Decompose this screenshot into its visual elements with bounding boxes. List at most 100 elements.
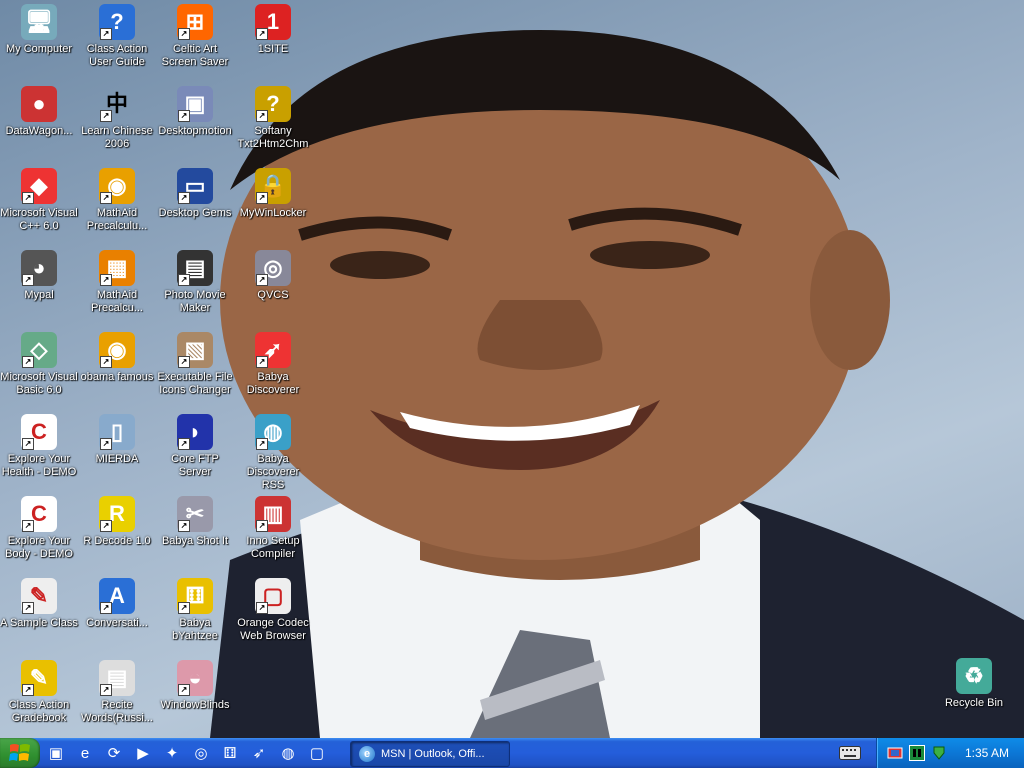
- icons-changer-icon: ▧ ↗: [177, 332, 213, 368]
- desktop-icon[interactable]: ▢ ↗ Orange Codec Web Browser: [233, 576, 313, 656]
- desktop-icon-label: Microsoft Visual C++ 6.0: [0, 207, 78, 232]
- desktop-icon-label: MIERDA: [95, 453, 139, 465]
- desktop-icon[interactable]: ◕ ↗ Mypal: [0, 248, 79, 328]
- media-refresh-icon[interactable]: ⟳: [104, 743, 124, 763]
- raccoon-icon: ◕ ↗: [21, 250, 57, 286]
- clock[interactable]: 1:35 AM: [965, 746, 1009, 760]
- shortcut-arrow-icon: ↗: [256, 28, 268, 40]
- shortcut-arrow-icon: ↗: [178, 520, 190, 532]
- shortcut-arrow-icon: ↗: [22, 684, 34, 696]
- desktop-icon-label: Class Action Gradebook: [8, 699, 70, 724]
- computer-icon[interactable]: ▣: [46, 743, 66, 763]
- camera-icon[interactable]: ◎: [191, 743, 211, 763]
- desktop-icon[interactable]: ✎ ↗ Class Action Gradebook: [0, 658, 79, 738]
- document-icon: ▯ ↗: [99, 414, 135, 450]
- shortcut-arrow-icon: ↗: [22, 438, 34, 450]
- desktop-icon[interactable]: ◒ ↗ WindowBlinds: [155, 658, 235, 738]
- desktop-icon-label: Celtic Art Screen Saver: [161, 43, 229, 68]
- shortcut-arrow-icon: ↗: [256, 274, 268, 286]
- desktop-icon[interactable]: 🖥 My Computer: [0, 2, 79, 82]
- start-button[interactable]: [0, 738, 40, 768]
- desktop-icon[interactable]: ♻ Recycle Bin: [934, 656, 1014, 736]
- camera-icon: ◎ ↗: [255, 250, 291, 286]
- desktop-icon[interactable]: ◇ ↗ Microsoft Visual Basic 6.0: [0, 330, 79, 410]
- rocket-icon: ➶ ↗: [255, 332, 291, 368]
- shortcut-arrow-icon: ↗: [100, 602, 112, 614]
- desktop-icon-label: Desktopmotion: [158, 125, 232, 137]
- shortcut-arrow-icon: ↗: [178, 274, 190, 286]
- desktop-icon[interactable]: C ↗ Explore Your Health - DEMO: [0, 412, 79, 492]
- desktop-icon[interactable]: ⚅ ↗ Babya bYahtzee: [155, 576, 235, 656]
- desktop-icon[interactable]: ◉ ↗ MathAid Precalculu...: [77, 166, 157, 246]
- desktop-icon[interactable]: ▯ ↗ MIERDA: [77, 412, 157, 492]
- shortcut-arrow-icon: ↗: [178, 192, 190, 204]
- desktop-icon-label: Desktop Gems: [158, 207, 232, 219]
- desktop-icon[interactable]: ▦ ↗ MathAid Precalcu...: [77, 248, 157, 328]
- desktop-icon-label: A Sample Class: [0, 617, 78, 629]
- dice-icon[interactable]: ⚅: [220, 743, 240, 763]
- media-player-icon[interactable]: ▶: [133, 743, 153, 763]
- desktop-icon[interactable]: ▭ ↗ Desktop Gems: [155, 166, 235, 246]
- network-icon[interactable]: [887, 745, 903, 761]
- my-computer-icon: 🖥: [21, 4, 57, 40]
- clapperboard-icon: ▤ ↗: [177, 250, 213, 286]
- taskbar-button-label: MSN | Outlook, Offi...: [381, 748, 485, 760]
- desktop-icon[interactable]: ● DataWagon...: [0, 84, 79, 164]
- shortcut-arrow-icon: ↗: [256, 520, 268, 532]
- desktop-icon[interactable]: ◎ ↗ QVCS: [233, 248, 313, 328]
- desktop-icon-label: Recycle Bin: [944, 697, 1004, 709]
- desktop-icon[interactable]: ▧ ↗ Executable File Icons Changer: [155, 330, 235, 410]
- window-icon[interactable]: ▢: [307, 743, 327, 763]
- desktop-icon[interactable]: ◍ ↗ Babya Discoverer RSS: [233, 412, 313, 492]
- installer-icon: ▥ ↗: [255, 496, 291, 532]
- desktop-icon[interactable]: ✂ ↗ Babya Shot It: [155, 494, 235, 574]
- safely-remove-icon[interactable]: [931, 745, 947, 761]
- shortcut-arrow-icon: ↗: [22, 520, 34, 532]
- globe-icon[interactable]: ◍: [278, 743, 298, 763]
- desktop-icon[interactable]: C ↗ Explore Your Body - DEMO: [0, 494, 79, 574]
- desktop-icon[interactable]: 1 ↗ 1SITE: [233, 2, 313, 82]
- desktop-icon[interactable]: ▣ ↗ Desktopmotion: [155, 84, 235, 164]
- chrome-style-icon: ◉ ↗: [99, 168, 135, 204]
- keyboard-icon[interactable]: [838, 744, 862, 762]
- internet-explorer-icon: e: [359, 746, 375, 762]
- shortcut-arrow-icon: ↗: [22, 192, 34, 204]
- shortcut-arrow-icon: ↗: [256, 192, 268, 204]
- desktop-icon[interactable]: ➶ ↗ Babya Discoverer: [233, 330, 313, 410]
- shortcut-arrow-icon: ↗: [256, 356, 268, 368]
- conversation-icon: A ↗: [99, 578, 135, 614]
- desktop-icon-label: R Decode 1.0: [83, 535, 151, 547]
- desktop-icon-label: Recite Words(Russi...: [81, 699, 153, 724]
- desktop-icon-label: Inno Setup Compiler: [246, 535, 300, 560]
- pause-icon[interactable]: [909, 745, 925, 761]
- desktop-icon[interactable]: ? ↗ Softany Txt2Htm2Chm: [233, 84, 313, 164]
- desktop-icon-label: Photo Movie Maker: [164, 289, 226, 314]
- desktop-icon[interactable]: R ↗ R Decode 1.0: [77, 494, 157, 574]
- desktop-icon[interactable]: ◗ ↗ Core FTP Server: [155, 412, 235, 492]
- shortcut-arrow-icon: ↗: [178, 684, 190, 696]
- rocket-icon[interactable]: ➶: [249, 743, 269, 763]
- taskbar: ▣ e ⟳ ▶ ✦ ◎ ⚅ ➶ ◍ ▢ e MSN | Outlook, Offi... 1:35…: [0, 738, 1024, 768]
- desktop-icon[interactable]: 🔒 ↗ MyWinLocker: [233, 166, 313, 246]
- desktop-icon[interactable]: 中 ↗ Learn Chinese 2006: [77, 84, 157, 164]
- desktop-icon-label: QVCS: [257, 289, 289, 301]
- desktop-icon[interactable]: ▤ ↗ Photo Movie Maker: [155, 248, 235, 328]
- desktop-icon[interactable]: ⊞ ↗ Celtic Art Screen Saver: [155, 2, 235, 82]
- mathaid-blocks-icon: ▦ ↗: [99, 250, 135, 286]
- desktop-icon[interactable]: A ↗ Conversati...: [77, 576, 157, 656]
- desktop-icon[interactable]: ▤ ↗ Recite Words(Russi...: [77, 658, 157, 738]
- desktop-icon[interactable]: ◉ ↗ obama famous: [77, 330, 157, 410]
- shortcut-arrow-icon: ↗: [100, 28, 112, 40]
- internet-explorer-icon[interactable]: e: [75, 743, 95, 763]
- desktop-icon[interactable]: ✎ ↗ A Sample Class: [0, 576, 79, 656]
- shortcut-arrow-icon: ↗: [100, 110, 112, 122]
- taskbar-button-msn[interactable]: e MSN | Outlook, Offi...: [350, 741, 510, 767]
- desktop-icon[interactable]: ◆ ↗ Microsoft Visual C++ 6.0: [0, 166, 79, 246]
- screenshot-icon: ✂ ↗: [177, 496, 213, 532]
- shortcut-arrow-icon: ↗: [256, 438, 268, 450]
- desktop-icon[interactable]: ▥ ↗ Inno Setup Compiler: [233, 494, 313, 574]
- visual-cpp-icon: ◆ ↗: [21, 168, 57, 204]
- desktop-icon[interactable]: ? ↗ Class Action User Guide: [77, 2, 157, 82]
- tools-icon[interactable]: ✦: [162, 743, 182, 763]
- shortcut-arrow-icon: ↗: [100, 192, 112, 204]
